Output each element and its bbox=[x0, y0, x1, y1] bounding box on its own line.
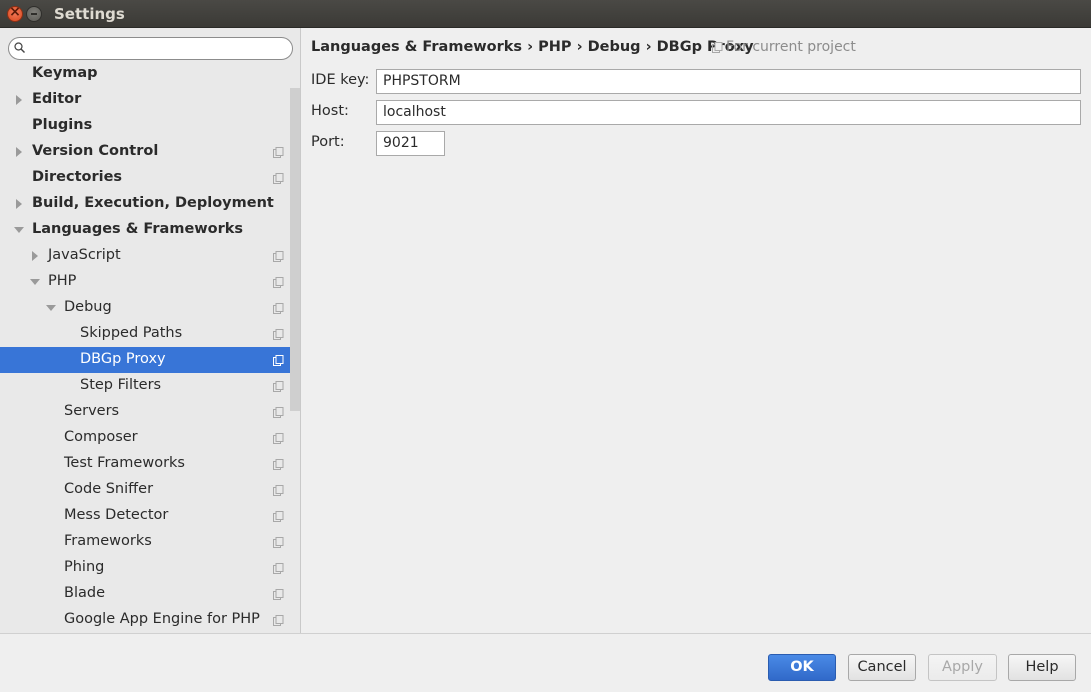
tree-item[interactable]: Directories bbox=[0, 165, 300, 191]
collapse-arrow-icon[interactable] bbox=[13, 217, 25, 243]
tree-item-label: Frameworks bbox=[64, 533, 152, 549]
tree-item[interactable]: JavaScript bbox=[0, 243, 300, 269]
tree-item[interactable]: Keymap bbox=[0, 61, 300, 87]
project-scope-icon bbox=[273, 459, 284, 470]
window-title: Settings bbox=[54, 5, 125, 23]
search-input[interactable] bbox=[8, 37, 293, 60]
tree-item-label: Blade bbox=[64, 585, 105, 601]
tree-item[interactable]: Test Frameworks bbox=[0, 451, 300, 477]
tree-item-label: PHP bbox=[48, 273, 77, 289]
tree-item-label: Keymap bbox=[32, 65, 98, 81]
tree-item[interactable]: Version Control bbox=[0, 139, 300, 165]
breadcrumb: Languages & Frameworks › PHP › Debug › D… bbox=[311, 39, 754, 55]
tree-item-label: Code Sniffer bbox=[64, 481, 154, 497]
project-scope-icon bbox=[273, 329, 284, 340]
tree-item-label: Languages & Frameworks bbox=[32, 221, 244, 237]
tree-item[interactable]: Languages & Frameworks bbox=[0, 217, 300, 243]
tree-item[interactable]: Phing bbox=[0, 555, 300, 581]
scope-note: For current project bbox=[726, 39, 856, 55]
tree-item-label: Google App Engine for PHP bbox=[64, 611, 260, 627]
tree-item[interactable]: Build, Execution, Deployment bbox=[0, 191, 300, 217]
ide-key-label: IDE key: bbox=[311, 72, 370, 88]
expand-arrow-icon[interactable] bbox=[13, 139, 25, 165]
project-scope-icon bbox=[273, 615, 284, 626]
cancel-button[interactable]: Cancel bbox=[848, 654, 916, 681]
project-scope-icon bbox=[273, 511, 284, 522]
project-scope-icon bbox=[273, 407, 284, 418]
project-scope-icon bbox=[273, 589, 284, 600]
tree-item-label: Servers bbox=[64, 403, 120, 419]
expand-arrow-icon[interactable] bbox=[13, 191, 25, 217]
project-scope-icon bbox=[712, 42, 723, 53]
tree-item-label: Composer bbox=[64, 429, 138, 445]
settings-content: Languages & Frameworks › PHP › Debug › D… bbox=[301, 28, 1091, 633]
tree-item-label: Test Frameworks bbox=[64, 455, 185, 471]
ide-key-field[interactable]: PHPSTORM bbox=[376, 69, 1081, 94]
project-scope-icon bbox=[273, 485, 284, 496]
project-scope-icon bbox=[273, 433, 284, 444]
expand-arrow-icon[interactable] bbox=[29, 243, 41, 269]
tree-item[interactable]: Servers bbox=[0, 399, 300, 425]
project-scope-icon bbox=[273, 147, 284, 158]
tree-item[interactable]: Step Filters bbox=[0, 373, 300, 399]
tree-item[interactable]: Skipped Paths bbox=[0, 321, 300, 347]
host-field[interactable]: localhost bbox=[376, 100, 1081, 125]
sidebar-scrollbar[interactable] bbox=[290, 88, 300, 411]
minimize-icon[interactable] bbox=[26, 6, 42, 22]
search-icon bbox=[14, 42, 25, 53]
project-scope-icon bbox=[273, 277, 284, 288]
tree-item[interactable]: Mess Detector bbox=[0, 503, 300, 529]
tree-item-label: DBGp Proxy bbox=[80, 351, 166, 367]
help-button[interactable]: Help bbox=[1008, 654, 1076, 681]
tree-item[interactable]: PHP bbox=[0, 269, 300, 295]
tree-item-label: Mess Detector bbox=[64, 507, 169, 523]
project-scope-icon bbox=[273, 251, 284, 262]
port-field[interactable]: 9021 bbox=[376, 131, 445, 156]
tree-item-label: Debug bbox=[64, 299, 112, 315]
close-icon[interactable] bbox=[7, 4, 23, 22]
tree-item-label: Version Control bbox=[32, 143, 159, 159]
tree-item[interactable]: Blade bbox=[0, 581, 300, 607]
collapse-arrow-icon[interactable] bbox=[29, 269, 41, 295]
tree-item[interactable]: Frameworks bbox=[0, 529, 300, 555]
project-scope-icon bbox=[273, 381, 284, 392]
port-label: Port: bbox=[311, 134, 345, 150]
tree-item[interactable]: Google App Engine for PHP bbox=[0, 607, 300, 633]
tree-item-label: Build, Execution, Deployment bbox=[32, 195, 274, 211]
tree-item[interactable]: DBGp Proxy bbox=[0, 347, 300, 373]
tree-item-label: JavaScript bbox=[48, 247, 121, 263]
tree-item[interactable]: Debug bbox=[0, 295, 300, 321]
tree-item-label: Directories bbox=[32, 169, 123, 185]
tree-item-label: Phing bbox=[64, 559, 105, 575]
project-scope-icon bbox=[273, 303, 284, 314]
project-scope-icon bbox=[273, 537, 284, 548]
tree-item[interactable]: Composer bbox=[0, 425, 300, 451]
tree-item-label: Plugins bbox=[32, 117, 93, 133]
project-scope-icon bbox=[273, 563, 284, 574]
tree-item[interactable]: Plugins bbox=[0, 113, 300, 139]
project-scope-icon bbox=[273, 173, 284, 184]
tree-item-label: Step Filters bbox=[80, 377, 162, 393]
settings-sidebar: Keymap Editor Plugins Version Control Direct… bbox=[0, 28, 300, 633]
apply-button[interactable]: Apply bbox=[928, 654, 997, 681]
window-titlebar: Settings bbox=[0, 0, 1091, 28]
tree-item-label: Skipped Paths bbox=[80, 325, 183, 341]
tree-item[interactable]: Code Sniffer bbox=[0, 477, 300, 503]
collapse-arrow-icon[interactable] bbox=[45, 295, 57, 321]
project-scope-icon bbox=[273, 355, 284, 366]
tree-item-label: Editor bbox=[32, 91, 82, 107]
host-label: Host: bbox=[311, 103, 349, 119]
dialog-footer: OK Cancel Apply Help bbox=[0, 634, 1091, 692]
ok-button[interactable]: OK bbox=[768, 654, 836, 681]
expand-arrow-icon[interactable] bbox=[13, 87, 25, 113]
tree-item[interactable]: Editor bbox=[0, 87, 300, 113]
